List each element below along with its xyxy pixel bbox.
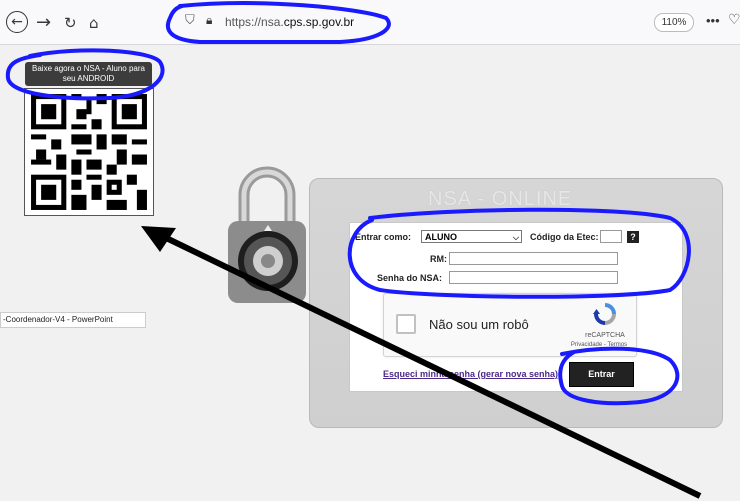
url-text[interactable]: https://nsa.cps.sp.gov.br	[225, 15, 354, 29]
android-banner-line1: Baixe agora o NSA - Aluno para	[32, 64, 145, 73]
qr-code[interactable]	[24, 88, 154, 216]
shield-icon[interactable]: ⛉	[185, 13, 195, 28]
help-button[interactable]: ?	[627, 231, 639, 243]
page-title: NSA - ONLINE	[428, 188, 573, 210]
browser-toolbar: ← → ↻ ⌂ ⛉ 🔒︎ https://nsa.cps.sp.gov.br 1…	[0, 0, 740, 45]
user-type-value: ALUNO	[425, 232, 457, 242]
powerpoint-taskbar-label[interactable]: -Coordenador-V4 - PowerPoint	[0, 312, 146, 328]
forward-button[interactable]: →	[36, 14, 51, 32]
qr-code-graphic	[26, 89, 152, 215]
zoom-level-button[interactable]: 110%	[654, 13, 694, 32]
entrar-button[interactable]: Entrar	[569, 362, 634, 387]
android-banner-line2: seu ANDROID	[62, 74, 115, 83]
url-bar[interactable]: ⛉ 🔒︎ https://nsa.cps.sp.gov.br	[173, 10, 693, 34]
rm-input[interactable]	[449, 252, 618, 265]
codigo-etec-input[interactable]	[600, 230, 622, 243]
pocket-icon[interactable]: ♡	[728, 12, 740, 28]
codigo-etec-label: Código da Etec:	[530, 232, 599, 242]
recaptcha-label: Não sou um robô	[429, 317, 529, 332]
recaptcha-links[interactable]: Privacidade - Termos	[562, 342, 636, 348]
rm-label: RM:	[430, 254, 447, 264]
android-download-banner[interactable]: Baixe agora o NSA - Aluno para seu ANDRO…	[25, 62, 152, 86]
recaptcha-widget: Não sou um robô reCAPTCHA Privacidade - …	[383, 293, 637, 357]
padlock-icon	[228, 166, 306, 303]
more-options-button[interactable]: •••	[706, 13, 720, 28]
forgot-password-link[interactable]: Esqueci minha senha (gerar nova senha)	[383, 369, 558, 379]
reload-button[interactable]: ↻	[64, 14, 77, 32]
home-button[interactable]: ⌂	[89, 14, 99, 32]
entrar-como-label: Entrar como:	[355, 232, 412, 242]
back-button[interactable]: ←	[6, 11, 28, 33]
recaptcha-brand: reCAPTCHA	[585, 332, 625, 339]
senha-label: Senha do NSA:	[377, 273, 443, 283]
recaptcha-checkbox[interactable]	[396, 314, 416, 334]
user-type-select[interactable]: ALUNO ⌵	[421, 230, 522, 243]
senha-input[interactable]	[449, 271, 618, 284]
recaptcha-logo-icon	[593, 303, 616, 325]
chevron-down-icon: ⌵	[512, 233, 519, 242]
lock-icon[interactable]: 🔒︎	[206, 13, 212, 28]
